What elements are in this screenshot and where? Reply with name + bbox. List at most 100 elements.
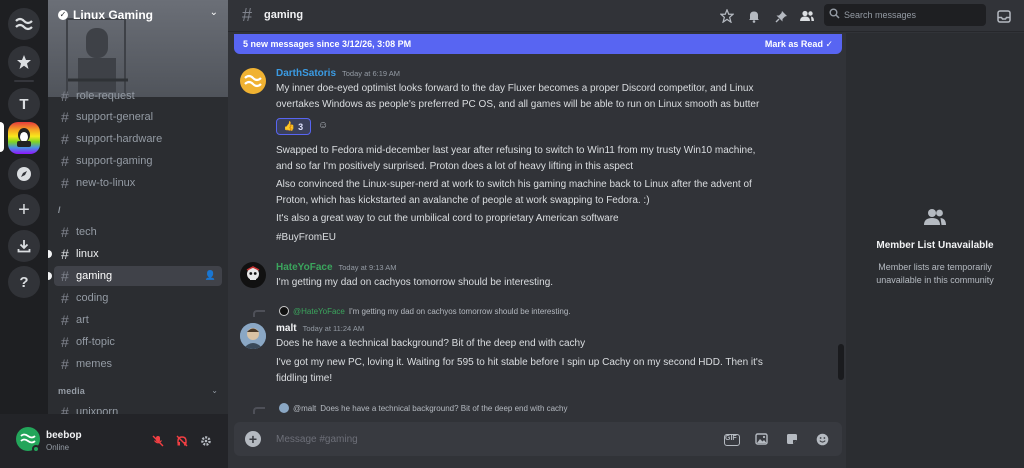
new-messages-banner[interactable]: 5 new messages since 3/12/26, 3:08 PM Ma… bbox=[234, 34, 842, 54]
message-line: overtakes Windows as people's preferred … bbox=[276, 99, 760, 110]
reply-reference[interactable]: @malt Does he have a technical backgroun… bbox=[279, 403, 568, 413]
message-line: I've got my new PC, loving it. Waiting f… bbox=[276, 357, 763, 368]
channel-coding[interactable]: # coding bbox=[54, 288, 222, 308]
mark-as-read-button[interactable]: Mark as Read ✓ bbox=[765, 39, 833, 50]
settings-gear-icon[interactable] bbox=[196, 431, 216, 451]
wave-logo-icon bbox=[15, 17, 33, 31]
channel-header: # gaming bbox=[228, 0, 1024, 32]
message-author[interactable]: HateYoFace Today at 9:13 AM bbox=[276, 262, 396, 273]
fluxer-home-icon[interactable] bbox=[8, 8, 40, 40]
check-icon: ✓ bbox=[825, 39, 833, 49]
message-timestamp: Today at 9:13 AM bbox=[338, 263, 397, 272]
members-toggle-icon[interactable] bbox=[797, 6, 817, 26]
favorite-star-icon[interactable] bbox=[717, 6, 737, 26]
mic-muted-icon[interactable] bbox=[148, 431, 168, 451]
channel-label: coding bbox=[76, 292, 109, 304]
add-server-icon[interactable]: + bbox=[8, 194, 40, 226]
channel-linux[interactable]: # linux bbox=[48, 244, 222, 264]
chevron-down-icon[interactable]: ⌄ bbox=[210, 7, 218, 18]
category-slash[interactable]: / bbox=[58, 205, 61, 215]
channel-art[interactable]: # art bbox=[54, 310, 222, 330]
avatar[interactable] bbox=[240, 323, 266, 349]
channel-label: support-general bbox=[76, 111, 154, 123]
server-name-header[interactable]: ✓ Linux Gaming bbox=[58, 8, 153, 22]
inbox-icon[interactable] bbox=[994, 6, 1014, 26]
message-input[interactable] bbox=[276, 432, 696, 446]
hash-icon: # bbox=[242, 5, 253, 25]
rail-separator bbox=[14, 80, 34, 82]
chat-scrollbar[interactable] bbox=[838, 344, 844, 380]
channel-role-request[interactable]: # role-request bbox=[54, 86, 222, 106]
channel-support-hardware[interactable]: # support-hardware bbox=[54, 129, 222, 149]
server-t-icon[interactable]: T bbox=[8, 88, 40, 120]
explore-compass-icon[interactable] bbox=[8, 158, 40, 190]
sticker-icon[interactable] bbox=[783, 431, 801, 447]
user-status: Online bbox=[46, 443, 70, 452]
online-status-dot bbox=[32, 445, 40, 453]
channel-label: support-hardware bbox=[76, 133, 163, 145]
channel-label: off-topic bbox=[76, 336, 115, 348]
channel-tech[interactable]: # tech bbox=[54, 222, 222, 242]
reply-author: @malt bbox=[293, 403, 317, 413]
hash-icon: # bbox=[61, 175, 69, 191]
pin-icon[interactable] bbox=[771, 6, 791, 26]
avatar[interactable] bbox=[240, 68, 266, 94]
hash-icon: # bbox=[61, 109, 69, 125]
message-composer: + GIF bbox=[234, 422, 842, 456]
message-line: Proton, which has kickstarted an avalanc… bbox=[276, 195, 650, 206]
reply-reference[interactable]: @HateYoFace I'm getting my dad on cachyo… bbox=[279, 306, 571, 316]
members-icon bbox=[923, 208, 947, 226]
avatar[interactable] bbox=[240, 262, 266, 288]
message-author[interactable]: DarthSatoris Today at 6:19 AM bbox=[276, 68, 400, 79]
channel-label: role-request bbox=[76, 90, 135, 102]
server-banner: ✓ Linux Gaming ⌄ bbox=[48, 0, 228, 97]
mark-as-read-label: Mark as Read bbox=[764, 39, 823, 49]
message-author[interactable]: malt Today at 11:24 AM bbox=[276, 323, 364, 334]
hash-icon: # bbox=[61, 312, 69, 328]
member-list-subtitle: Member lists are temporarily unavailable… bbox=[876, 262, 994, 285]
channel-label: tech bbox=[76, 226, 97, 238]
channel-label: memes bbox=[76, 358, 113, 370]
reply-connector bbox=[253, 407, 265, 414]
help-icon[interactable]: ? bbox=[8, 266, 40, 298]
channel-gaming[interactable]: # gaming 👤 bbox=[48, 266, 222, 286]
active-server-pill bbox=[0, 122, 4, 152]
notification-bell-icon[interactable] bbox=[744, 6, 764, 26]
gif-icon[interactable]: GIF bbox=[723, 431, 741, 447]
message-line: It's also a great way to cut the umbilic… bbox=[276, 213, 619, 224]
channel-off-topic[interactable]: # off-topic bbox=[54, 332, 222, 352]
avatar bbox=[279, 306, 289, 316]
emoji-icon[interactable] bbox=[813, 431, 831, 447]
message-line: fiddling time! bbox=[276, 373, 333, 384]
category-media[interactable]: media bbox=[58, 386, 85, 396]
channel-label: linux bbox=[76, 248, 99, 260]
search-input[interactable] bbox=[844, 8, 982, 22]
linux-gaming-server-icon[interactable] bbox=[8, 122, 40, 154]
message-line: and so far I'm positively surprised. Pro… bbox=[276, 161, 634, 172]
download-icon[interactable] bbox=[8, 230, 40, 262]
headphones-deafened-icon[interactable] bbox=[172, 431, 192, 451]
add-attachment-icon[interactable]: + bbox=[245, 431, 261, 447]
favorites-star-icon[interactable] bbox=[8, 46, 40, 78]
hash-icon: # bbox=[61, 131, 69, 147]
new-messages-text: 5 new messages since 3/12/26, 3:08 PM bbox=[243, 39, 412, 49]
search-box[interactable] bbox=[824, 4, 986, 26]
reply-author: @HateYoFace bbox=[293, 306, 345, 316]
reaction-thumbs-up[interactable]: 👍 3 bbox=[276, 118, 311, 135]
channel-support-gaming[interactable]: # support-gaming bbox=[54, 151, 222, 171]
channel-new-to-linux[interactable]: # new-to-linux bbox=[54, 173, 222, 193]
channel-memes[interactable]: # memes bbox=[54, 354, 222, 374]
hash-icon: # bbox=[61, 356, 69, 372]
add-member-icon[interactable]: 👤 bbox=[205, 270, 216, 281]
chevron-down-icon[interactable]: ⌄ bbox=[211, 386, 218, 395]
hash-icon: # bbox=[61, 334, 69, 350]
author-name: DarthSatoris bbox=[276, 68, 337, 79]
image-icon[interactable] bbox=[752, 431, 770, 447]
add-reaction-icon[interactable]: ☺ bbox=[318, 120, 330, 132]
member-list-title: Member List Unavailable bbox=[876, 240, 994, 251]
channel-support-general[interactable]: # support-general bbox=[54, 107, 222, 127]
author-name: HateYoFace bbox=[276, 262, 333, 273]
unread-indicator bbox=[48, 272, 52, 280]
reply-excerpt: Does he have a technical background? Bit… bbox=[320, 403, 568, 413]
reaction-emoji: 👍 bbox=[283, 121, 296, 131]
